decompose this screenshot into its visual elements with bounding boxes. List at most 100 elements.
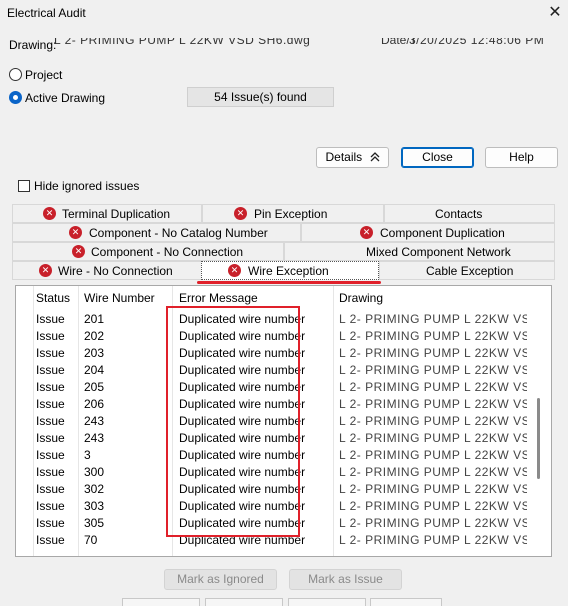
cell-status: Issue (36, 431, 65, 445)
title-bar: Electrical Audit ✕ (0, 0, 568, 28)
hide-ignored-checkbox[interactable] (18, 180, 30, 192)
tab-wire-no-connection[interactable]: ✕ Wire - No Connection (12, 261, 202, 280)
drawing-name: L 2- PRIMING PUMP L 22KW VSD SH6.dwg (54, 38, 311, 47)
table-row[interactable]: Issue 204 Duplicated wire number L 2- PRIMI… (16, 362, 536, 379)
electrical-audit-dialog: Electrical Audit ✕ Drawing: L 2- PRIMING… (0, 0, 568, 606)
active-drawing-radio[interactable] (9, 91, 22, 104)
cell-wire-number: 202 (84, 329, 105, 343)
cell-drawing: L 2- PRIMING PUMP L 22KW VSD SH (339, 465, 527, 479)
cell-error-message: Duplicated wire number (179, 414, 306, 428)
button-partial[interactable] (205, 598, 283, 606)
cell-drawing: L 2- PRIMING PUMP L 22KW VSD SH (339, 329, 527, 343)
cell-error-message: Duplicated wire number (179, 431, 306, 445)
cell-drawing: L 2- PRIMING PUMP L 22KW VSD SH (339, 516, 527, 530)
issues-table: Status Wire Number Error Message Drawing… (15, 285, 552, 557)
close-icon[interactable]: ✕ (544, 2, 566, 24)
tab-terminal-duplication[interactable]: ✕ Terminal Duplication (12, 204, 202, 223)
tab-component-no-connection[interactable]: ✕ Component - No Connection (12, 242, 284, 261)
column-header-wire-number[interactable]: Wire Number (84, 291, 155, 305)
tab-mixed-component-network[interactable]: Mixed Component Network (284, 242, 555, 261)
table-row[interactable]: Issue 205 Duplicated wire number L 2- PRIMI… (16, 379, 536, 396)
table-row[interactable]: Issue 70 Duplicated wire number L 2- PRIMIN… (16, 532, 536, 549)
cell-error-message: Duplicated wire number (179, 465, 306, 479)
column-header-status[interactable]: Status (36, 291, 70, 305)
table-row[interactable]: Issue 243 Duplicated wire number L 2- PRIMI… (16, 413, 536, 430)
table-row[interactable]: Issue 302 Duplicated wire number L 2- PRIMI… (16, 481, 536, 498)
table-row[interactable]: Issue 202 Duplicated wire number L 2- PRIMI… (16, 328, 536, 345)
table-row[interactable]: Issue 203 Duplicated wire number L 2- PRIMI… (16, 345, 536, 362)
mark-as-ignored-button[interactable]: Mark as Ignored (164, 569, 277, 590)
table-row[interactable]: Issue 3 Duplicated wire number L 2- PRIMING… (16, 447, 536, 464)
cell-error-message: Duplicated wire number (179, 516, 306, 530)
tab-label: Terminal Duplication (62, 207, 171, 221)
cell-drawing: L 2- PRIMING PUMP L 22KW VSD SH (339, 346, 527, 360)
project-radio[interactable] (9, 68, 22, 81)
cell-status: Issue (36, 448, 65, 462)
error-icon: ✕ (72, 245, 85, 258)
tab-contacts[interactable]: Contacts (384, 204, 555, 223)
tab-component-duplication[interactable]: ✕ Component Duplication (301, 223, 555, 242)
cell-status: Issue (36, 329, 65, 343)
scrollbar-thumb[interactable] (537, 398, 540, 479)
cell-error-message: Duplicated wire number (179, 533, 306, 547)
cell-wire-number: 305 (84, 516, 105, 530)
button-partial[interactable] (370, 598, 442, 606)
cell-drawing: L 2- PRIMING PUMP L 22KW VSD SH (339, 363, 527, 377)
project-radio-label[interactable]: Project (25, 68, 62, 82)
tab-wire-exception[interactable]: ✕ Wire Exception (201, 261, 379, 280)
window-title: Electrical Audit (7, 6, 86, 20)
tab-label: Cable Exception (426, 264, 514, 278)
column-header-drawing[interactable]: Drawing (339, 291, 383, 305)
button-partial[interactable] (288, 598, 366, 606)
help-button[interactable]: Help (485, 147, 558, 168)
column-header-error-message[interactable]: Error Message (179, 291, 258, 305)
tab-cable-exception[interactable]: Cable Exception (379, 261, 555, 280)
active-drawing-radio-label[interactable]: Active Drawing (25, 91, 105, 105)
button-partial[interactable] (122, 598, 200, 606)
cell-error-message: Duplicated wire number (179, 380, 306, 394)
details-button[interactable]: Details (316, 147, 389, 168)
cell-drawing: L 2- PRIMING PUMP L 22KW VSD SH (339, 499, 527, 513)
error-icon: ✕ (69, 226, 82, 239)
error-icon: ✕ (360, 226, 373, 239)
tab-component-no-catalog[interactable]: ✕ Component - No Catalog Number (12, 223, 301, 242)
cell-drawing: L 2- PRIMING PUMP L 22KW VSD SH (339, 431, 527, 445)
cell-status: Issue (36, 312, 65, 326)
cell-status: Issue (36, 533, 65, 547)
cell-drawing: L 2- PRIMING PUMP L 22KW VSD SH (339, 414, 527, 428)
cell-wire-number: 70 (84, 533, 98, 547)
cell-error-message: Duplicated wire number (179, 363, 306, 377)
active-tab-highlight (197, 281, 381, 284)
cell-status: Issue (36, 397, 65, 411)
cell-status: Issue (36, 414, 65, 428)
cell-status: Issue (36, 482, 65, 496)
cell-wire-number: 300 (84, 465, 105, 479)
cell-error-message: Duplicated wire number (179, 448, 306, 462)
close-button[interactable]: Close (401, 147, 474, 168)
table-row[interactable]: Issue 305 Duplicated wire number L 2- PRIMI… (16, 515, 536, 532)
tab-label: Component - No Catalog Number (89, 226, 268, 240)
cell-wire-number: 201 (84, 312, 105, 326)
table-row[interactable]: Issue 206 Duplicated wire number L 2- PRIMI… (16, 396, 536, 413)
table-row[interactable]: Issue 201 Duplicated wire number L 2- PRIMI… (16, 311, 536, 328)
table-row[interactable]: Issue 303 Duplicated wire number L 2- PRIMI… (16, 498, 536, 515)
cell-status: Issue (36, 499, 65, 513)
date-value: 3/20/2025 12:48:06 PM (409, 38, 545, 47)
tab-label: Mixed Component Network (366, 245, 511, 259)
cell-wire-number: 206 (84, 397, 105, 411)
cell-wire-number: 204 (84, 363, 105, 377)
mark-as-issue-button[interactable]: Mark as Issue (289, 569, 402, 590)
table-row[interactable]: Issue 300 Duplicated wire number L 2- PRIMI… (16, 464, 536, 481)
cell-drawing: L 2- PRIMING PUMP L 22KW VSD SH (339, 482, 527, 496)
cell-error-message: Duplicated wire number (179, 499, 306, 513)
cell-error-message: Duplicated wire number (179, 329, 306, 343)
tab-label: Component Duplication (380, 226, 505, 240)
tab-label: Wire - No Connection (58, 264, 173, 278)
error-icon: ✕ (39, 264, 52, 277)
hide-ignored-label[interactable]: Hide ignored issues (34, 179, 139, 193)
tab-pin-exception[interactable]: ✕ Pin Exception (202, 204, 384, 223)
error-icon: ✕ (228, 264, 241, 277)
cell-wire-number: 302 (84, 482, 105, 496)
cell-drawing: L 2- PRIMING PUMP L 22KW VSD SH (339, 380, 527, 394)
table-row[interactable]: Issue 243 Duplicated wire number L 2- PRIMI… (16, 430, 536, 447)
